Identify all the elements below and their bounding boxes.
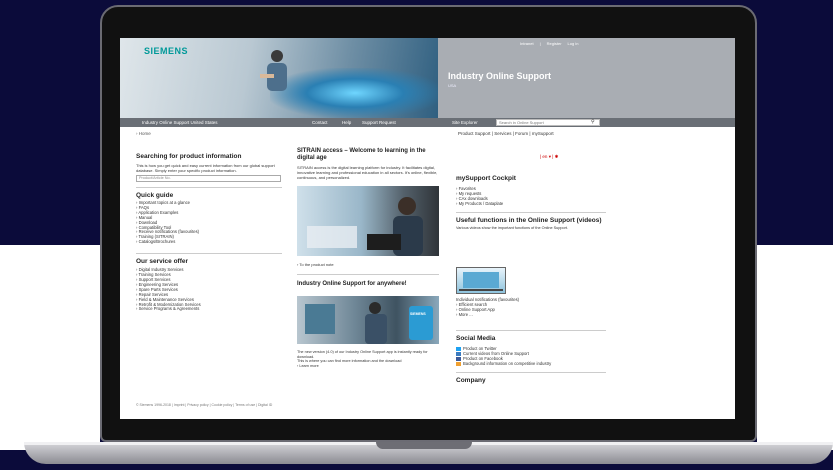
- quick-guide-title: Quick guide: [136, 192, 174, 199]
- sitrain-image[interactable]: [297, 186, 439, 256]
- list-item[interactable]: › My Products / Dataplate: [456, 201, 606, 207]
- useful-title: Useful functions in the Online Support (…: [456, 216, 602, 224]
- forum-link[interactable]: Forum: [515, 131, 528, 136]
- siemens-logo[interactable]: SIEMENS: [144, 46, 188, 56]
- search-input[interactable]: Search in Online Support: [496, 119, 600, 126]
- list-item[interactable]: › Catalogs/Brochures: [136, 239, 282, 245]
- app-badge: SIEMENS: [410, 312, 426, 316]
- hero-image: SIEMENS: [120, 38, 438, 118]
- sitrain-title: SITRAIN access – Welcome to learning in …: [297, 148, 426, 161]
- social-title: Social Media: [456, 335, 496, 342]
- backdrop-band-left: [0, 245, 100, 450]
- nav-help[interactable]: Help: [342, 120, 351, 125]
- mysupport-link[interactable]: mySupport: [532, 131, 554, 136]
- learn-more-link[interactable]: › Learn more: [297, 364, 442, 369]
- search-icon[interactable]: ⚲: [591, 119, 595, 125]
- facebook-icon: [456, 357, 461, 362]
- breadcrumb: › Home: [136, 131, 151, 136]
- video-icon: [456, 352, 461, 357]
- quick-guide-list: › Important topics at a glance › FAQs › …: [136, 200, 282, 245]
- company-title: Company: [456, 377, 486, 385]
- services-link[interactable]: Services: [494, 131, 511, 136]
- nav-contact[interactable]: Contact: [312, 120, 328, 125]
- page-subtitle: USA: [448, 83, 457, 88]
- right-column: mySupport Cockpit › Favorites › My reque…: [456, 175, 606, 230]
- anywhere-section: Industry Online Support for anywhere!: [297, 281, 439, 288]
- top-links: Intranet | Register Log in: [520, 41, 579, 46]
- useful-desc: Various videos show the important functi…: [456, 225, 569, 230]
- language-selector[interactable]: | en ▾ | ✱: [540, 154, 558, 160]
- service-links: Product Support | Services | Forum | myS…: [458, 131, 554, 136]
- intranet-link[interactable]: Intranet: [520, 41, 534, 46]
- product-support-link[interactable]: Product Support: [458, 131, 491, 136]
- search-description: This is how you get quick and easy curre…: [136, 163, 275, 173]
- product-note-link[interactable]: › To the product note: [297, 262, 334, 267]
- cockpit-title: mySupport Cockpit: [456, 175, 516, 182]
- social-section: Social Media Product on Twitter Current …: [456, 335, 606, 385]
- nav-support-request[interactable]: Support Request: [362, 120, 396, 125]
- twitter-icon: [456, 347, 461, 351]
- login-link[interactable]: Log in: [568, 41, 579, 46]
- rss-icon: [456, 362, 461, 367]
- list-item[interactable]: › More ...: [456, 312, 606, 318]
- left-column: Searching for product information This i…: [136, 153, 282, 312]
- app-description: The new version (4.0) of our Industry On…: [297, 350, 442, 368]
- middle-column: SITRAIN access – Welcome to learning in …: [297, 148, 439, 189]
- list-item[interactable]: › Service Programs & Agreements: [136, 306, 282, 312]
- search-section-title: Searching for product information: [136, 153, 242, 160]
- list-item[interactable]: Background information on competitive in…: [456, 361, 606, 367]
- backdrop-band-right: [757, 245, 833, 450]
- product-search-field[interactable]: Product/Article No.: [136, 175, 281, 182]
- video-links: Individual notifications (favourites) › …: [456, 297, 606, 318]
- service-list: › Digital Industry Services › Training S…: [136, 267, 282, 312]
- page-title: Industry Online Support: [448, 71, 551, 81]
- laptop-notch: [376, 442, 472, 449]
- video-thumbnail[interactable]: [456, 267, 506, 294]
- footer: © Siemens 1996-2018 | Imprint | Privacy …: [136, 403, 273, 407]
- laptop-screen: SIEMENS Intranet | Register Log in Indus…: [120, 38, 735, 419]
- cockpit-list: › Favorites › My requests › CAx download…: [456, 186, 606, 207]
- breadcrumb-home[interactable]: Home: [139, 131, 151, 136]
- nav-home-country[interactable]: Industry Online Support United States: [142, 120, 218, 125]
- app-image[interactable]: SIEMENS: [297, 296, 439, 344]
- navbar: Industry Online Support United States Co…: [120, 118, 735, 127]
- header: SIEMENS Intranet | Register Log in Indus…: [120, 38, 735, 118]
- nav-site-explorer[interactable]: Site Explorer: [452, 120, 478, 125]
- person-illustration: [260, 50, 287, 91]
- register-link[interactable]: Register: [547, 41, 562, 46]
- anywhere-title: Industry Online Support for anywhere!: [297, 281, 407, 287]
- service-offer-title: Our service offer: [136, 258, 189, 266]
